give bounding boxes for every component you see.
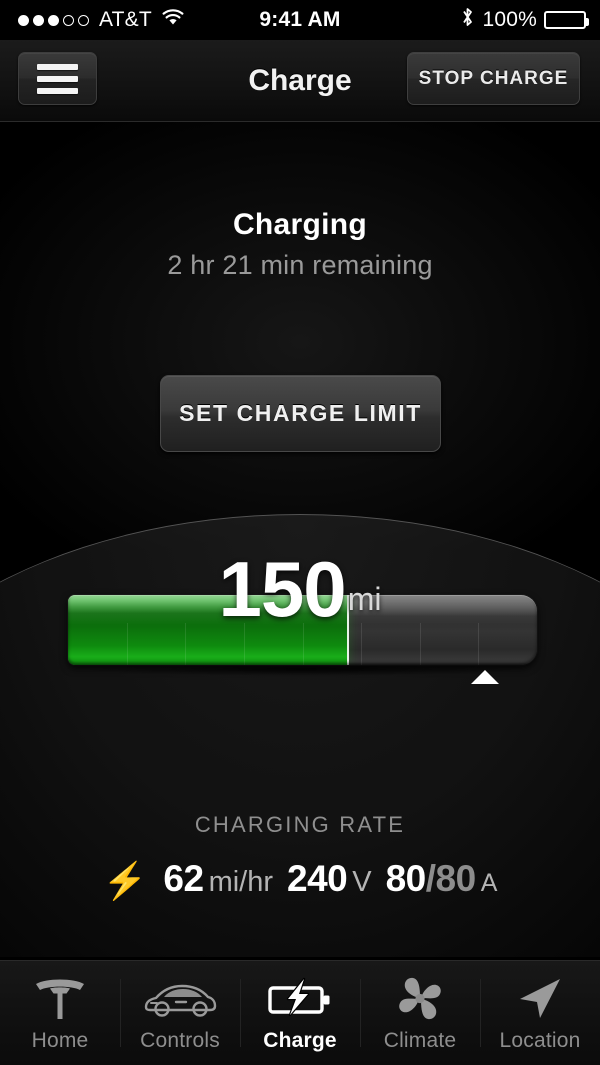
tab-home[interactable]: Home xyxy=(0,961,120,1065)
battery-bolt-icon xyxy=(266,973,334,1025)
voltage-value: 240 xyxy=(287,858,348,899)
fan-icon xyxy=(392,973,448,1025)
charging-rate-label: CHARGING RATE xyxy=(194,812,406,837)
range-value: 150 xyxy=(218,545,347,633)
current-value: 80 xyxy=(385,858,427,899)
charge-gauge[interactable]: 150 mi xyxy=(0,545,600,692)
stop-charge-button[interactable]: STOP CHARGE xyxy=(407,52,580,105)
tab-climate[interactable]: Climate xyxy=(360,961,480,1065)
status-bar-right: 100% xyxy=(460,6,589,34)
current-group: 80 /80 A xyxy=(386,858,498,900)
navigation-arrow-icon xyxy=(512,973,568,1025)
tesla-logo-icon xyxy=(30,973,90,1025)
car-icon xyxy=(142,973,218,1025)
tab-label-location: Location xyxy=(499,1029,581,1052)
voltage-unit: V xyxy=(352,866,372,898)
tab-label-charge: Charge xyxy=(263,1029,337,1052)
charging-rate-block: CHARGING RATE ⚡ 62 mi/hr 240 V 80 /80 A xyxy=(0,812,600,900)
range-unit: mi xyxy=(347,581,382,618)
tab-controls[interactable]: Controls xyxy=(120,961,240,1065)
current-max: /80 xyxy=(425,858,476,899)
charge-status-block: Charging 2 hr 21 min remaining xyxy=(0,208,600,281)
main-content: Charging 2 hr 21 min remaining SET CHARG… xyxy=(0,122,600,957)
tab-label-climate: Climate xyxy=(383,1029,457,1052)
set-charge-limit-button[interactable]: SET CHARGE LIMIT xyxy=(160,375,441,452)
navigation-bar: Charge STOP CHARGE xyxy=(0,40,600,122)
rate-mi-hr-group: 62 mi/hr xyxy=(163,858,273,900)
app-screen: AT&T 9:41 AM 100% Charge STOP CHARGE Cha… xyxy=(0,0,600,1065)
voltage-group: 240 V xyxy=(287,858,372,900)
charge-rate-group: ⚡ xyxy=(102,860,150,901)
charging-status-title: Charging xyxy=(232,208,368,241)
range-readout: 150 mi xyxy=(0,545,600,633)
lightning-bolt-icon: ⚡ xyxy=(102,860,148,901)
bluetooth-icon xyxy=(460,6,475,34)
tab-label-home: Home xyxy=(31,1029,89,1052)
battery-icon xyxy=(544,11,589,29)
status-bar: AT&T 9:41 AM 100% xyxy=(0,0,600,40)
tab-bar: Home Controls Charge Climate Location xyxy=(0,960,600,1065)
tab-label-controls: Controls xyxy=(140,1029,220,1052)
charge-limit-marker[interactable] xyxy=(471,670,500,684)
charging-rate-values: ⚡ 62 mi/hr 240 V 80 /80 A xyxy=(0,858,600,900)
rate-value: 62 xyxy=(163,858,204,899)
battery-percent-label: 100% xyxy=(482,8,537,31)
current-unit: A xyxy=(480,869,498,897)
rate-unit: mi/hr xyxy=(208,866,274,898)
tab-charge[interactable]: Charge xyxy=(240,961,360,1065)
time-remaining-label: 2 hr 21 min remaining xyxy=(167,250,433,280)
tab-location[interactable]: Location xyxy=(480,961,600,1065)
